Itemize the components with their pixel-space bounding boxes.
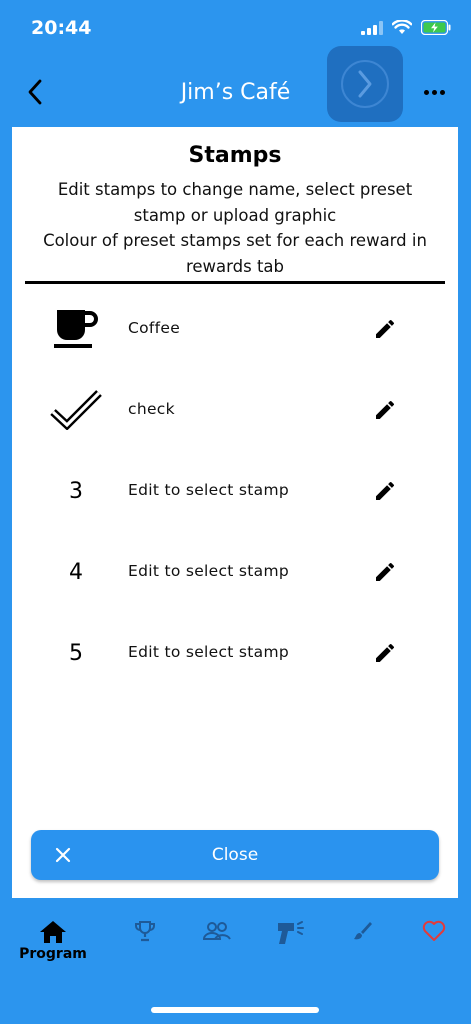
more-dot (431, 89, 437, 95)
stamp-icon: 3 (46, 461, 106, 521)
home-indicator (151, 1007, 319, 1013)
tab-label: Program (19, 946, 87, 962)
pencil-icon (376, 319, 395, 338)
edit-stamp-button[interactable] (369, 637, 401, 669)
battery-charging-icon (421, 20, 451, 35)
divider (25, 281, 445, 284)
tab-program[interactable]: Program (19, 920, 87, 962)
status-icons (361, 20, 451, 35)
app-header: Jim’s Café (0, 46, 471, 128)
description-line: Edit stamps to change name, select prese… (57, 180, 413, 199)
pencil-icon (376, 562, 395, 581)
description-line: Colour of preset stamps set for each rew… (43, 231, 427, 250)
tab-favorites[interactable] (421, 920, 447, 942)
tab-customers[interactable] (202, 920, 232, 942)
close-button[interactable]: Close (31, 830, 439, 880)
description-line: stamp or upload graphic (133, 205, 337, 225)
cellular-icon (361, 20, 383, 35)
trophy-icon (135, 921, 155, 942)
stamp-icon (46, 299, 106, 359)
check-icon (50, 390, 102, 430)
stamp-row[interactable]: Coffee (12, 291, 458, 372)
users-icon (203, 922, 231, 940)
stamp-number: 4 (69, 559, 83, 585)
stamp-label: check (128, 400, 175, 418)
stamp-row[interactable]: 4 Edit to select stamp (12, 534, 458, 615)
more-horizontal-icon (423, 89, 429, 95)
description-line: rewards tab (185, 256, 285, 276)
more-button[interactable] (419, 80, 449, 104)
stamp-icon: 4 (46, 542, 106, 602)
heart-icon (422, 920, 446, 941)
edit-stamp-button[interactable] (369, 556, 401, 588)
home-icon (40, 921, 66, 943)
stamp-label: Coffee (128, 319, 181, 337)
sheet-description: Edit stamps to change name, select prese… (22, 177, 448, 279)
pencil-icon (376, 400, 395, 419)
edit-stamp-button[interactable] (369, 313, 401, 345)
stamp-row[interactable]: 3 Edit to select stamp (12, 453, 458, 534)
stamp-label: Edit to select stamp (128, 562, 289, 580)
edit-stamp-button[interactable] (369, 475, 401, 507)
stamp-row[interactable]: 5 Edit to select stamp (12, 615, 458, 696)
tab-rewards[interactable] (132, 920, 158, 942)
scanner-icon (278, 921, 304, 944)
edit-stamp-button[interactable] (369, 394, 401, 426)
brush-icon (354, 922, 372, 940)
stamps-sheet: Stamps Edit stamps to change name, selec… (12, 127, 458, 898)
more-dot (439, 89, 445, 95)
stamp-number: 3 (69, 478, 83, 504)
coffee-cup-icon (54, 310, 98, 348)
stamp-icon: 5 (46, 623, 106, 683)
bottom-nav: Program (0, 898, 471, 1024)
stamp-label: Edit to select stamp (128, 481, 289, 499)
tab-design[interactable] (350, 920, 374, 942)
chevron-right-circle-icon (341, 60, 389, 108)
sheet-title: Stamps (188, 143, 282, 168)
status-bar: 20:44 (0, 0, 471, 58)
next-overlay-button[interactable] (327, 46, 403, 122)
tab-scanner[interactable] (275, 920, 307, 946)
stamp-number: 5 (69, 640, 83, 666)
pencil-icon (376, 481, 395, 500)
stamp-label: Edit to select stamp (128, 643, 289, 661)
pencil-icon (376, 643, 395, 662)
stamp-row[interactable]: check (12, 372, 458, 453)
stamp-icon (46, 380, 106, 440)
close-label: Close (211, 845, 259, 865)
wifi-icon (392, 20, 412, 34)
status-time: 20:44 (31, 17, 92, 39)
